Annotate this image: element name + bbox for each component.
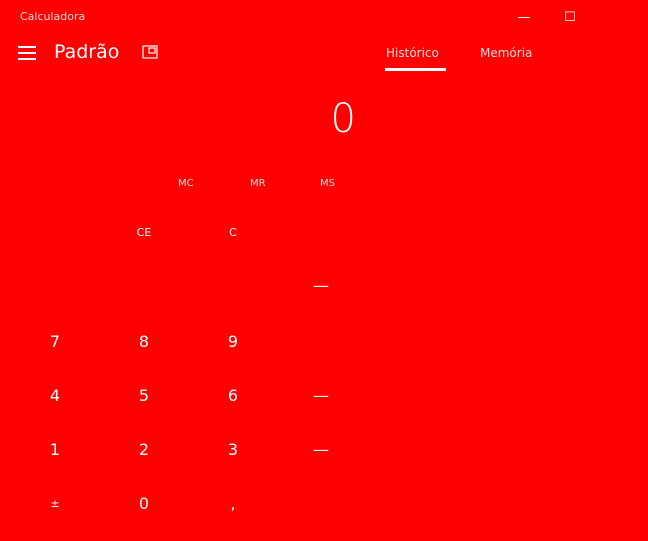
digit-6-button[interactable]: 6 xyxy=(193,375,273,415)
digit-2-button[interactable]: 2 xyxy=(104,429,184,469)
clear-button[interactable]: C xyxy=(193,212,273,252)
operator-button[interactable]: — xyxy=(281,375,361,415)
tab-history[interactable]: Histórico xyxy=(386,46,439,60)
mode-title: Padrão xyxy=(54,41,120,63)
digit-8-button[interactable]: 8 xyxy=(104,321,184,361)
memory-recall-button[interactable]: MR xyxy=(250,178,266,189)
clear-entry-button[interactable]: CE xyxy=(104,212,184,252)
tab-memory[interactable]: Memória xyxy=(480,46,532,60)
digit-1-button[interactable]: 1 xyxy=(15,429,95,469)
keep-on-top-icon[interactable] xyxy=(142,45,158,59)
negate-button[interactable]: ± xyxy=(15,483,95,523)
digit-0-button[interactable]: 0 xyxy=(104,483,184,523)
digit-3-button[interactable]: 3 xyxy=(193,429,273,469)
digit-9-button[interactable]: 9 xyxy=(193,321,273,361)
digit-7-button[interactable]: 7 xyxy=(15,321,95,361)
memory-clear-button[interactable]: MC xyxy=(178,178,194,189)
result-display: 0 xyxy=(330,96,356,142)
operator-button[interactable]: — xyxy=(281,429,361,469)
title-bar: Calculadora — ☐ xyxy=(0,0,648,34)
maximize-button[interactable]: ☐ xyxy=(550,6,590,28)
operator-button[interactable]: — xyxy=(281,265,361,305)
memory-store-button[interactable]: MS xyxy=(320,178,335,189)
decimal-button[interactable]: , xyxy=(193,483,273,523)
calculator-header: Padrão Histórico Memória xyxy=(0,34,648,74)
digit-5-button[interactable]: 5 xyxy=(104,375,184,415)
digit-4-button[interactable]: 4 xyxy=(15,375,95,415)
app-title: Calculadora xyxy=(20,10,86,23)
minimize-button[interactable]: — xyxy=(504,6,544,28)
active-tab-indicator xyxy=(385,68,446,71)
menu-icon[interactable] xyxy=(18,46,36,60)
memory-row: MC MR MS xyxy=(0,172,648,202)
